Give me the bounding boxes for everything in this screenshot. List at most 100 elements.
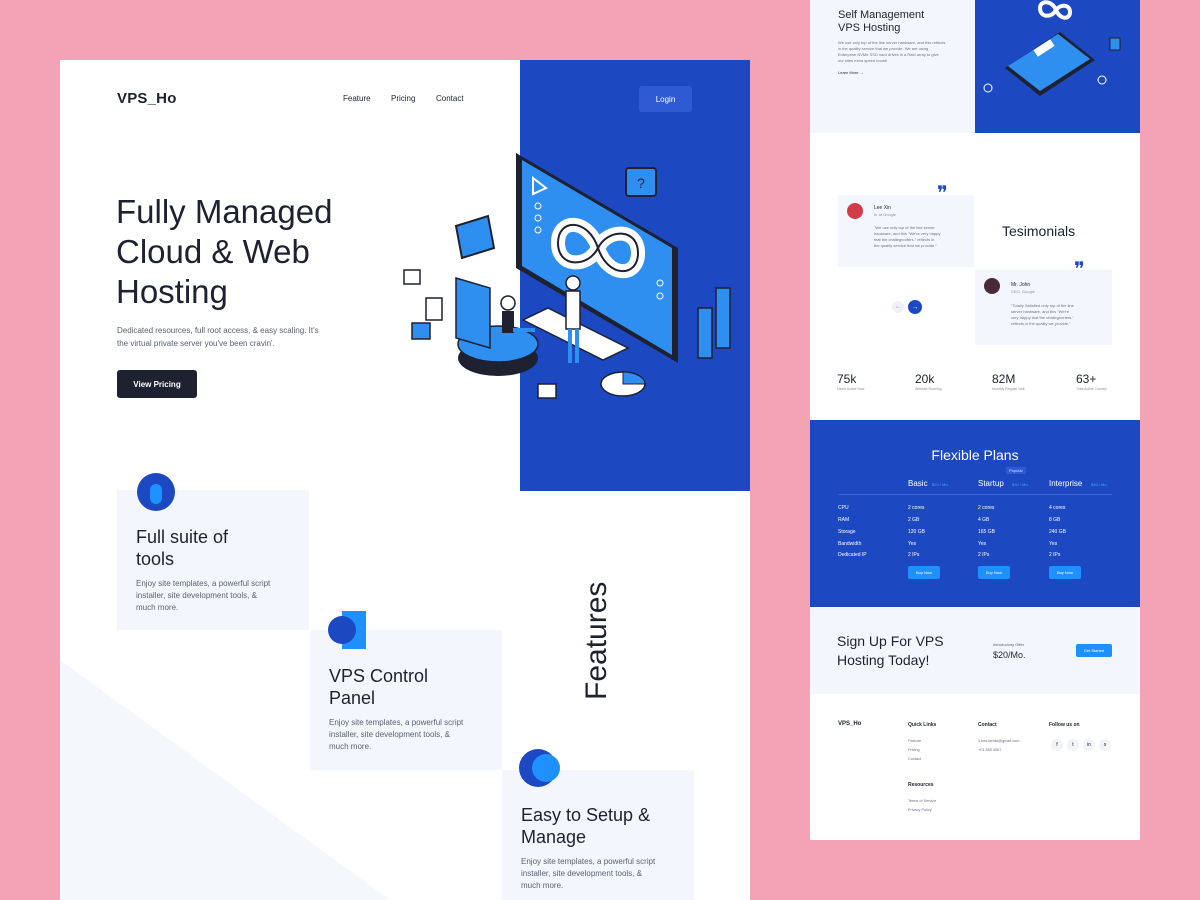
plan-price: $20 / Mo. [932,482,949,487]
stat-value: 75k [837,372,857,386]
footer-heading: Follow us on [1049,722,1080,728]
feature-title: Full suite of tools [136,526,228,570]
testimonial-role: hr at Google [874,212,897,217]
testimonial-card: Lee Xin hr at Google "We use only top of… [838,195,974,267]
plan-price: $30 / Mo. [1012,482,1029,487]
buy-now-button[interactable]: Buy Now [908,566,940,579]
plan-cell: 4 cores [1049,505,1066,511]
signup-title: Sign Up For VPS Hosting Today! [837,632,944,670]
plan-cell: Yes [978,541,987,547]
twitter-icon[interactable]: t [1067,739,1079,751]
plan-row-label: Storage [838,529,856,535]
nav-feature[interactable]: Feature [343,94,371,103]
plans-heading: Flexible Plans [931,447,1019,463]
testimonial-name: Mr. John [1011,282,1031,288]
testimonial-role: CEO, Google [1011,289,1035,294]
feature-desc-line: installer, site development tools, & [521,869,642,878]
hero-title-line: Fully Managed [116,193,333,230]
nav-contact[interactable]: Contact [436,94,464,103]
testimonials-heading: Tesimonials [1002,223,1076,239]
testimonial-text: "We use only top of the line server hard… [874,225,972,249]
control-panel-icon [328,611,366,649]
feature-desc-line: Enjoy site templates, a powerful script [136,579,271,588]
footer-link-terms[interactable]: Terms of Service [908,799,936,803]
signup-section: Sign Up For VPS Hosting Today! Introduct… [810,607,1140,694]
avatar [847,203,863,219]
stat-value: 63+ [1076,372,1097,386]
landing-page-secondary: Self Management VPS Hosting We use only … [810,0,1140,840]
footer-link-privacy[interactable]: Privacy Policy [908,808,932,812]
footer-phone: +01 555 4567 [978,748,1002,752]
plan-cell: 120 GB [908,529,925,535]
prev-arrow-icon[interactable]: ← [892,301,904,313]
feature-description: Enjoy site templates, a powerful script … [136,578,294,614]
login-button[interactable]: Login [639,86,692,112]
plan-name: Startup [978,479,1004,488]
hero-title-line: Cloud & Web [116,233,310,270]
plan-cell: 2 IPs [908,552,920,558]
next-arrow-icon[interactable]: → [908,300,922,314]
footer-link-contact[interactable]: Contact [908,757,921,761]
logo[interactable]: VPS_Ho [117,90,177,107]
quote-icon: ❞ [937,183,948,205]
landing-page-main: VPS_Ho Feature Pricing Contact Login Ful… [60,60,750,900]
plan-name: Basic [908,479,928,488]
hero-description: Dedicated resources, full root access, &… [117,324,362,350]
divider [838,494,1112,495]
feature-desc-line: much more. [136,603,179,612]
footer-email[interactable]: 1.bes.tamils@gmail.com [978,739,1019,743]
stat-label: Users Active Now [837,387,865,391]
stat-value: 82M [992,372,1016,386]
buy-now-button[interactable]: Buy Now [978,566,1010,579]
plan-cell: 2 cores [908,505,925,511]
cloud-hosting-illustration: ? [403,153,731,399]
features-heading: Features [580,581,613,700]
feature-title-line: VPS Control [329,666,429,686]
footer-heading: Quick Links [908,722,937,728]
offer-price: $20/Mo. [993,650,1026,660]
feature-title: VPS Control Panel [329,665,428,709]
testimonial-card: Mr. John CEO, Google "Totally Satisfied … [975,270,1112,345]
self-mgmt-title: Self Management VPS Hosting [838,9,924,35]
skype-icon[interactable]: s [1099,739,1111,751]
footer-link-pricing[interactable]: Pricing [908,748,920,752]
testimonial-text-line: the quality service that we provide." [874,243,937,248]
setup-icon [519,749,560,787]
self-mgmt-desc: We use only top of the line server hardw… [838,40,963,64]
footer: VPS_Ho Quick Links Feature Pricing Conta… [810,694,1140,840]
plan-cell: 165 GB [978,529,995,535]
footer-heading: Contact [978,722,997,728]
stat-value: 20k [915,372,935,386]
feature-title-line: Easy to Setup & [521,805,651,825]
footer-logo[interactable]: VPS_Ho [838,721,861,727]
facebook-icon[interactable]: f [1051,739,1063,751]
footer-link-feature[interactable]: Feature [908,739,921,743]
feature-title: Easy to Setup & Manage [521,804,650,848]
plan-cell: 4 GB [978,517,990,523]
quote-icon: ❞ [1074,259,1085,281]
stat-label: Monthly Regular visit [992,387,1025,391]
popular-badge: Popular [1006,467,1026,474]
self-mgmt-title-line: Self Management [838,9,925,21]
get-started-button[interactable]: Get Started [1076,644,1112,657]
plan-row-label: Dedicated IP [838,552,867,558]
stat-label: Website Running [915,387,942,391]
buy-now-button[interactable]: Buy Now [1049,566,1081,579]
nav-pricing[interactable]: Pricing [391,94,415,103]
feature-desc-line: installer, site development tools, & [136,591,257,600]
feature-description: Enjoy site templates, a powerful script … [521,856,679,892]
view-pricing-button[interactable]: View Pricing [117,370,197,398]
plan-cell: Yes [908,541,917,547]
plan-row-label: CPU [838,505,849,511]
plan-price: $40 / Mo. [1091,482,1108,487]
plan-cell: Yes [1049,541,1058,547]
feature-desc-line: Enjoy site templates, a powerful script [329,718,464,727]
plan-row-label: Bandwidth [838,541,862,547]
stat-label: Total Active Country [1076,387,1107,391]
linkedin-icon[interactable]: in [1083,739,1095,751]
plan-cell: 2 IPs [1049,552,1061,558]
avatar [984,278,1000,294]
self-management-section: Self Management VPS Hosting We use only … [810,0,1140,133]
learn-more-link[interactable]: Learn More → [838,70,864,75]
feature-title-line: Manage [521,827,587,847]
